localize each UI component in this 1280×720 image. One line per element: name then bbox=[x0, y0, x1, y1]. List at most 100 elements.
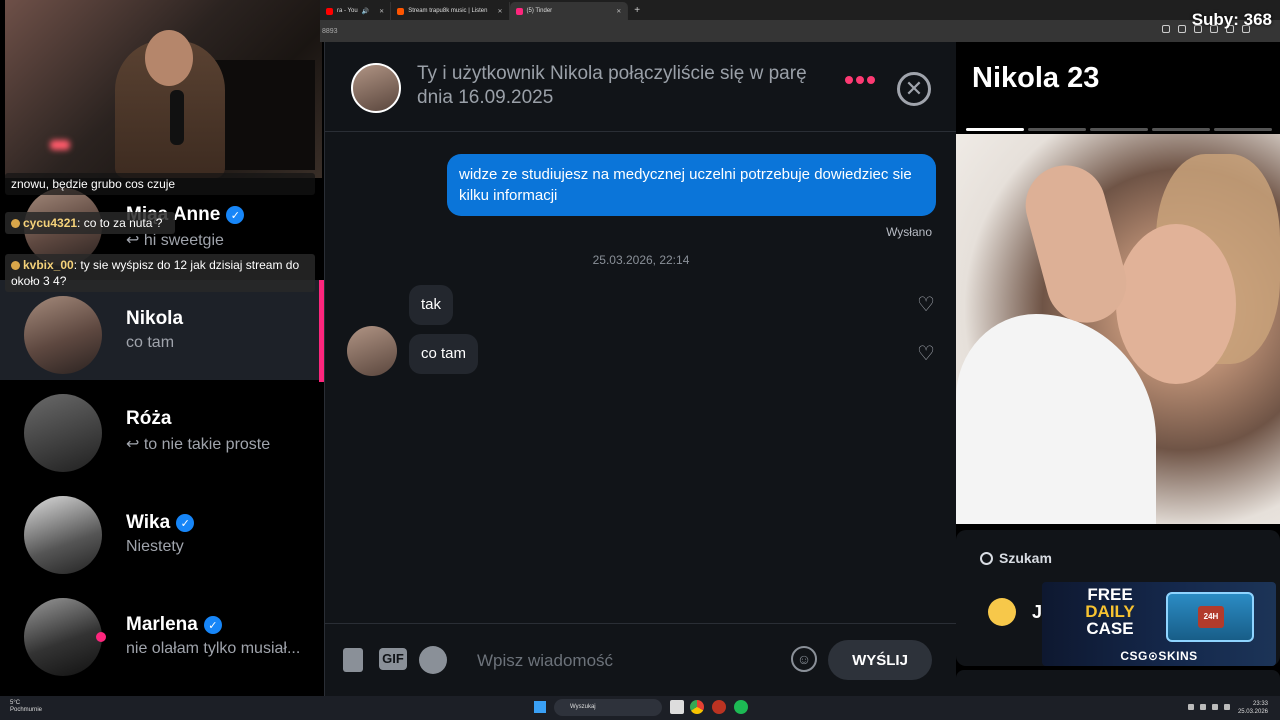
gif-button[interactable]: GIF bbox=[379, 648, 407, 670]
speaker-icon: 🔊 bbox=[361, 8, 370, 15]
promo-case: CASE bbox=[1086, 619, 1134, 638]
match-list-panel: Miąa Anne ✓ ↩ hi sweetgie Nikola co tam … bbox=[0, 0, 324, 696]
photo-indicator[interactable] bbox=[1152, 128, 1210, 131]
stream-chat-line: znowu, będzie grubo cos czuje bbox=[5, 173, 315, 195]
chat-text: znowu, będzie grubo cos czuje bbox=[11, 177, 176, 191]
heart-icon[interactable]: ♡ bbox=[915, 294, 937, 316]
weather-temp: 5°C bbox=[10, 700, 21, 706]
taskbar-search[interactable]: Wyszukaj bbox=[554, 699, 662, 716]
address-text: 8893 bbox=[322, 27, 338, 35]
message-input[interactable] bbox=[477, 646, 777, 676]
looking-for-value: J bbox=[1032, 602, 1043, 622]
browser-tab[interactable]: ra - You 🔊 ✕ bbox=[320, 2, 392, 20]
user-badge-icon bbox=[11, 219, 20, 228]
subscriber-count: Suby: 368 bbox=[1191, 10, 1272, 29]
close-tab-icon[interactable]: ✕ bbox=[497, 8, 502, 15]
match-name: Wika bbox=[126, 512, 171, 533]
looking-for-label: Szukam bbox=[999, 550, 1052, 566]
match-avatar[interactable] bbox=[351, 63, 401, 113]
match-last-message: nie olałam tylko musiał... bbox=[126, 640, 301, 657]
soundcloud-icon bbox=[397, 7, 405, 15]
chat-panel: Ty i użytkownik Nikola połączyliście się… bbox=[324, 42, 957, 696]
match-name-row: Wika ✓ bbox=[126, 512, 195, 534]
chat-user: cycu4321 bbox=[23, 216, 78, 230]
screen: Miąa Anne ✓ ↩ hi sweetgie Nikola co tam … bbox=[0, 0, 1280, 720]
photo-indicator[interactable] bbox=[1214, 128, 1272, 131]
close-tab-icon[interactable]: ✕ bbox=[616, 8, 621, 15]
promo-brand: CSG⊙SKINS bbox=[1120, 649, 1198, 663]
browser-tab-active[interactable]: (5) Tinder ✕ bbox=[509, 2, 629, 20]
chevron-up-icon[interactable] bbox=[1188, 704, 1194, 710]
close-icon[interactable]: ✕ bbox=[897, 72, 931, 106]
file-explorer-icon[interactable] bbox=[670, 700, 684, 714]
avatar bbox=[24, 296, 102, 374]
network-icon[interactable] bbox=[1200, 704, 1206, 710]
address-bar[interactable]: 8893 bbox=[320, 20, 1280, 42]
unread-dot-icon bbox=[96, 632, 106, 642]
new-tab-button[interactable]: + bbox=[634, 5, 640, 16]
crate-label: 24H bbox=[1198, 606, 1224, 628]
message-timestamp: 25.03.2026, 22:14 bbox=[592, 253, 690, 267]
user-badge-icon bbox=[11, 261, 20, 270]
chat-header: Ty i użytkownik Nikola połączyliście się… bbox=[325, 42, 957, 132]
tab-label: ra - You bbox=[337, 8, 358, 14]
system-tray-icons bbox=[1188, 704, 1230, 710]
match-date-text: Ty i użytkownik Nikola połączyliście się… bbox=[417, 63, 807, 108]
verified-icon: ✓ bbox=[203, 616, 222, 634]
avatar bbox=[24, 496, 102, 574]
clock-time: 23:33 bbox=[1252, 701, 1268, 707]
weather-desc: Pochmurnie bbox=[10, 707, 43, 713]
verified-icon: ✓ bbox=[176, 514, 195, 532]
windows-start-icon[interactable] bbox=[534, 701, 546, 713]
spotify-icon[interactable] bbox=[419, 646, 447, 674]
promo-headline: FREE DAILY CASE bbox=[1070, 586, 1150, 637]
crate-icon: 24H bbox=[1166, 592, 1254, 642]
close-tab-icon[interactable]: ✕ bbox=[379, 8, 384, 15]
chat-text: : co to za nuta ? bbox=[77, 216, 163, 230]
webcam-overlay bbox=[5, 0, 322, 178]
more-options-icon[interactable] bbox=[845, 76, 875, 84]
outgoing-message: widze ze studiujesz na medycznej uczelni… bbox=[447, 154, 936, 216]
photo-indicator[interactable] bbox=[1028, 128, 1086, 131]
looking-for-label-row: Szukam bbox=[980, 550, 1052, 566]
match-last-message: ↩ to nie takie proste bbox=[126, 436, 271, 453]
search-icon bbox=[980, 551, 993, 565]
youtube-icon bbox=[326, 7, 333, 15]
match-name: Róża bbox=[126, 408, 172, 429]
match-name: Nikola bbox=[126, 308, 184, 329]
incoming-message: co tam bbox=[409, 334, 479, 374]
profile-name-age: Nikola 23 bbox=[972, 62, 1100, 94]
zoom-icon[interactable] bbox=[1178, 25, 1186, 33]
battery-icon[interactable] bbox=[1224, 704, 1230, 710]
avatar bbox=[24, 598, 102, 676]
match-item-wika[interactable]: Wika ✓ Niestety bbox=[0, 484, 324, 584]
chrome-icon[interactable] bbox=[690, 700, 704, 714]
sender-avatar bbox=[347, 326, 397, 376]
emoji-icon[interactable]: ☺ bbox=[791, 646, 817, 672]
stream-chat-line: cycu4321: co to za nuta ? bbox=[5, 212, 175, 234]
volume-icon[interactable] bbox=[1212, 704, 1218, 710]
profile-photo[interactable] bbox=[956, 134, 1280, 524]
clock[interactable]: 23:33 25.03.2026 bbox=[1238, 700, 1268, 716]
weather-widget[interactable]: 5°C Pochmurnie bbox=[10, 700, 42, 714]
browser-app-icon[interactable] bbox=[712, 700, 726, 714]
match-item-marlena[interactable]: Marlena ✓ nie olałam tylko musiał... bbox=[0, 586, 324, 686]
tab-label: Stream trapu8k music | Listen bbox=[408, 8, 488, 14]
contact-card-icon[interactable] bbox=[343, 648, 363, 672]
stream-chat-line: kvbix_00: ty sie wyśpisz do 12 jak dzisi… bbox=[5, 254, 315, 292]
match-name: Marlena bbox=[126, 614, 198, 635]
browser-tab[interactable]: Stream trapu8k music | Listen ✕ bbox=[391, 2, 510, 20]
clock-date: 25.03.2026 bbox=[1237, 709, 1268, 715]
photo-indicator[interactable] bbox=[1090, 128, 1148, 131]
location-icon[interactable] bbox=[1162, 25, 1170, 33]
spotify-taskbar-icon[interactable] bbox=[734, 700, 748, 714]
match-item-roza[interactable]: Róża ↩ to nie takie proste bbox=[0, 382, 324, 482]
send-button[interactable]: WYŚLIJ bbox=[828, 640, 932, 680]
tab-label: (5) Tinder bbox=[526, 8, 553, 14]
incoming-message: tak bbox=[409, 285, 454, 325]
message-status: Wysłano bbox=[886, 225, 932, 239]
match-last-message: co tam bbox=[126, 334, 175, 351]
heart-icon[interactable]: ♡ bbox=[915, 343, 937, 365]
match-item-nikola[interactable]: Nikola co tam bbox=[0, 280, 324, 382]
photo-indicator[interactable] bbox=[966, 128, 1024, 131]
